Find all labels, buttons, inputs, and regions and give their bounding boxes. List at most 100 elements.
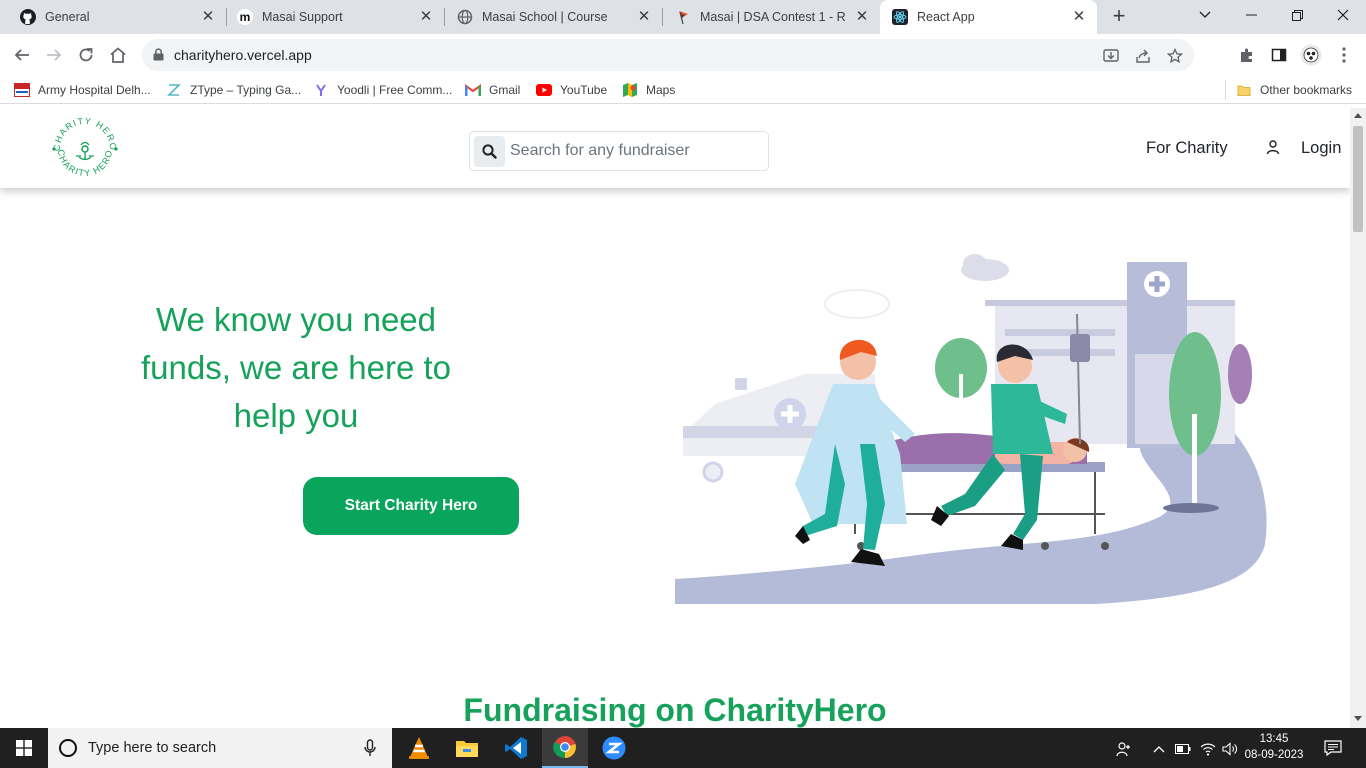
bookmark-youtube[interactable]: YouTube — [536, 81, 607, 99]
bookmark-star-icon[interactable] — [1166, 47, 1184, 65]
tab-title: General — [45, 10, 90, 24]
system-clock[interactable]: 13:45 08-09-2023 — [1244, 731, 1304, 763]
close-window-icon[interactable] — [1320, 0, 1366, 30]
bookmark-label: Yoodli | Free Comm... — [337, 83, 453, 97]
vlc-icon[interactable] — [396, 728, 442, 768]
notifications-icon[interactable] — [1324, 740, 1342, 761]
close-icon[interactable]: ✕ — [854, 9, 870, 25]
browser-toolbar: charityhero.vercel.app — [0, 34, 1366, 76]
extensions-puzzle-icon[interactable] — [1237, 45, 1257, 65]
close-icon[interactable]: ✕ — [636, 9, 652, 25]
share-icon[interactable] — [1134, 47, 1152, 65]
hero-line-2: funds, we are here to — [140, 349, 452, 386]
forward-arrow-icon[interactable] — [42, 43, 66, 67]
file-explorer-icon[interactable] — [444, 728, 490, 768]
cortana-circle-icon — [59, 739, 77, 757]
svg-text:m: m — [240, 10, 251, 24]
new-tab-button[interactable]: + — [1108, 5, 1130, 28]
clock-date: 08-09-2023 — [1244, 749, 1304, 761]
bookmarks-divider — [1225, 80, 1226, 100]
wifi-icon[interactable] — [1199, 740, 1217, 758]
home-icon[interactable] — [106, 43, 130, 67]
masai-flag-icon — [675, 9, 691, 25]
tab-title: Masai | DSA Contest 1 - RM/ — [700, 10, 845, 24]
battery-icon[interactable] — [1174, 740, 1192, 758]
volume-icon[interactable] — [1221, 740, 1239, 758]
bookmark-army-hospital[interactable]: Army Hospital Delh... — [14, 81, 151, 99]
bookmark-label: YouTube — [560, 83, 608, 97]
github-icon — [20, 9, 36, 25]
bookmark-label: Army Hospital Delh... — [38, 83, 151, 97]
masai-m-icon: m — [237, 9, 253, 25]
hospital-illustration — [675, 254, 1267, 604]
taskbar-search-text: Type here to search — [88, 740, 217, 756]
tab-general[interactable]: General ✕ — [0, 0, 226, 34]
windows-start-icon[interactable] — [0, 728, 48, 768]
lock-icon[interactable] — [153, 48, 164, 66]
start-charity-hero-button[interactable]: Start Charity Hero — [303, 477, 519, 535]
tab-masai-support[interactable]: m Masai Support ✕ — [227, 0, 444, 34]
address-bar[interactable]: charityhero.vercel.app — [142, 39, 1194, 71]
minimize-icon[interactable] — [1228, 0, 1274, 30]
maps-icon — [622, 82, 638, 98]
kebab-menu-icon[interactable] — [1334, 45, 1354, 65]
user-icon[interactable] — [1266, 140, 1280, 160]
back-arrow-icon[interactable] — [10, 43, 34, 67]
fundraiser-search-input[interactable] — [510, 139, 760, 163]
microphone-icon[interactable] — [364, 739, 376, 762]
hero-line-3: help you — [233, 397, 359, 434]
chrome-icon[interactable] — [542, 728, 588, 768]
page-viewport: CHARITY HERO CHARITY HERO For Charity Lo… — [0, 108, 1350, 728]
bookmark-other-folder[interactable]: Other bookmarks — [1236, 81, 1352, 99]
windows-taskbar: Type here to search 13:45 08-09-2023 — [0, 728, 1366, 768]
tab-strip: General ✕ m Masai Support ✕ Masai School… — [0, 0, 1366, 34]
ztype-icon — [166, 82, 182, 98]
profile-avatar-icon[interactable] — [1300, 44, 1322, 66]
page-scrollbar[interactable] — [1350, 108, 1366, 728]
scroll-thumb[interactable] — [1353, 126, 1363, 232]
bookmark-ztype[interactable]: ZType – Typing Ga... — [166, 81, 301, 99]
react-icon — [892, 9, 908, 25]
clock-time: 13:45 — [1259, 733, 1289, 745]
reload-icon[interactable] — [74, 43, 98, 67]
tab-masai-course[interactable]: Masai School | Course ✕ — [445, 0, 662, 34]
close-icon[interactable]: ✕ — [1071, 9, 1087, 25]
globe-icon — [457, 9, 473, 25]
install-app-icon[interactable] — [1102, 47, 1120, 65]
youtube-icon — [536, 82, 552, 98]
url-text[interactable]: charityhero.vercel.app — [174, 47, 312, 63]
vscode-icon[interactable] — [493, 728, 539, 768]
tab-title: React App — [917, 10, 975, 24]
bookmark-label: Other bookmarks — [1260, 83, 1353, 97]
army-hospital-icon — [14, 82, 30, 98]
zoom-icon[interactable] — [591, 728, 637, 768]
bookmark-gmail[interactable]: Gmail — [465, 81, 520, 99]
bookmark-yoodli[interactable]: Yoodli | Free Comm... — [313, 81, 452, 99]
hero-line-1: We know you need — [155, 301, 437, 338]
tab-dsa-contest[interactable]: Masai | DSA Contest 1 - RM/ ✕ — [663, 0, 880, 34]
yoodli-icon — [313, 82, 329, 98]
tab-react-app[interactable]: React App ✕ — [880, 0, 1097, 34]
side-panel-icon[interactable] — [1269, 45, 1289, 65]
show-hidden-icons-chevron-icon[interactable] — [1150, 740, 1168, 758]
folder-icon — [1236, 82, 1252, 98]
bookmark-maps[interactable]: Maps — [622, 81, 675, 99]
fundraiser-search — [469, 131, 769, 171]
taskbar-search[interactable]: Type here to search — [48, 728, 392, 768]
tab-title: Masai School | Course — [482, 10, 608, 24]
tab-title: Masai Support — [262, 10, 343, 24]
bookmark-label: ZType – Typing Ga... — [190, 83, 302, 97]
bookmark-label: Gmail — [489, 83, 521, 97]
for-charity-link[interactable]: For Charity — [1146, 139, 1228, 158]
login-link[interactable]: Login — [1301, 139, 1341, 158]
scroll-down-icon[interactable] — [1354, 716, 1362, 721]
tab-search-chevron-icon[interactable] — [1182, 0, 1228, 30]
scroll-up-icon[interactable] — [1354, 113, 1362, 118]
close-icon[interactable]: ✕ — [418, 9, 434, 25]
site-navbar: CHARITY HERO CHARITY HERO For Charity Lo… — [0, 108, 1350, 188]
restore-icon[interactable] — [1274, 0, 1320, 30]
people-icon[interactable] — [1115, 740, 1133, 758]
charityhero-logo[interactable]: CHARITY HERO CHARITY HERO — [48, 112, 122, 186]
close-icon[interactable]: ✕ — [200, 9, 216, 25]
search-icon[interactable] — [474, 136, 505, 167]
